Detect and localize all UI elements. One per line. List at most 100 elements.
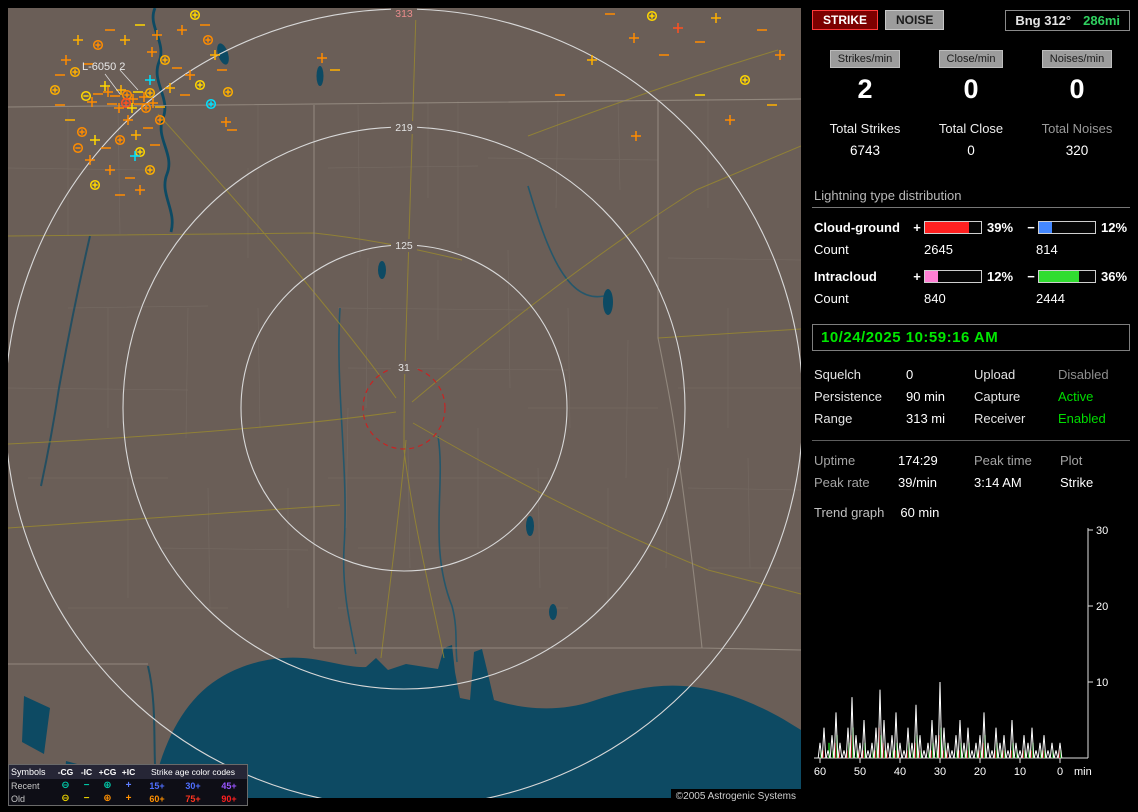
age-75: 75+	[185, 793, 201, 804]
total-noises-value: 320	[1065, 143, 1089, 158]
stats-grid: Uptime 174:29 Peak time Plot Peak rate 3…	[812, 453, 1130, 490]
capture-status: Active	[1058, 389, 1094, 404]
plus-sign: +	[913, 220, 921, 235]
uptime-value: 174:29	[898, 453, 938, 468]
age-15: 15+	[149, 780, 165, 791]
strike-button[interactable]: STRIKE	[812, 10, 879, 30]
peak-rate-label: Peak rate	[814, 475, 870, 490]
uptime-label: Uptime	[814, 453, 856, 468]
intracloud-count-row: Count 840 2444	[812, 291, 1130, 306]
recent-neg-cg-icon: ⊖	[61, 779, 70, 791]
legend-row-recent-label: Recent	[11, 780, 40, 791]
trend-ytick: 20	[1096, 601, 1108, 613]
rate-values-row: 2 0 0	[812, 74, 1130, 105]
ic-positive-pct: 12%	[987, 269, 1014, 284]
cg-negative-pct: 12%	[1101, 220, 1128, 235]
old-pos-cg-icon: ⊕	[103, 792, 112, 804]
trend-graph-label: Trend graph	[814, 505, 885, 520]
legend-age-header: Strike age color codes	[150, 767, 236, 777]
receiver-status: Enabled	[1058, 411, 1106, 426]
bearing-distance: 286mi	[1083, 12, 1120, 28]
total-close-value: 0	[967, 143, 975, 158]
ic-negative-bar	[1038, 270, 1096, 283]
bearing-display: Bng 312° 286mi	[1005, 9, 1130, 31]
ic-negative-count: 2444	[1036, 291, 1065, 306]
bearing-label: Bng 312°	[1015, 12, 1072, 28]
station-label: L-6050 2	[82, 61, 125, 73]
distribution-title: Lightning type distribution	[812, 188, 1130, 208]
map-view[interactable]: 313 219 125 31 L-6050 2 Symbols -CG -IC +CG…	[8, 8, 801, 806]
trend-ytick: 30	[1096, 525, 1108, 537]
cloud-ground-label: Cloud-ground	[814, 220, 900, 235]
total-strikes-value: 6743	[849, 143, 881, 158]
trend-axes	[814, 528, 1089, 759]
close-per-min-button[interactable]: Close/min	[938, 50, 1004, 68]
cg-positive-pct: 39%	[987, 220, 1014, 235]
divider	[812, 440, 1130, 441]
peak-time-label: Peak time	[974, 453, 1032, 468]
trend-xtick: 20	[974, 766, 986, 778]
recent-pos-cg-icon: ⊕	[103, 779, 112, 791]
noise-button[interactable]: NOISE	[885, 10, 945, 30]
settings-grid: Squelch 0 Upload Disabled Persistence 90…	[812, 367, 1130, 426]
ring-label-313: 313	[395, 8, 413, 20]
cg-negative-count: 814	[1036, 242, 1058, 257]
strikes-per-min-value: 2	[857, 74, 873, 104]
squelch-value: 0	[906, 367, 914, 382]
plot-label: Plot	[1060, 453, 1083, 468]
upload-label: Upload	[974, 367, 1016, 382]
total-strikes-label: Total Strikes	[829, 121, 901, 136]
cg-positive-bar	[924, 221, 982, 234]
cg-negative-bar	[1038, 221, 1096, 234]
trend-xtick: 40	[894, 766, 906, 778]
trend-x-unit: min	[1074, 766, 1092, 778]
ring-label-219: 219	[395, 122, 413, 134]
control-panel: STRIKE NOISE Bng 312° 286mi Strikes/min …	[812, 8, 1130, 804]
legend-col-pos-cg: +CG	[98, 767, 117, 777]
map-legend: Symbols -CG -IC +CG +IC Strike age color…	[8, 764, 248, 806]
datetime-display: 10/24/2025 10:59:16 AM	[812, 324, 1130, 351]
minus-sign: −	[1027, 220, 1035, 235]
age-30: 30+	[185, 780, 201, 791]
map-canvas[interactable]: 313 219 125 31 L-6050 2	[8, 8, 801, 798]
minus-sign: −	[1027, 269, 1035, 284]
old-neg-cg-icon: ⊖	[61, 792, 70, 804]
trend-window-value: 60 min	[900, 505, 940, 520]
count-label: Count	[814, 291, 849, 306]
ic-negative-pct: 36%	[1101, 269, 1128, 284]
noises-per-min-value: 0	[1069, 74, 1085, 104]
count-label: Count	[814, 242, 849, 257]
trend-xtick: 60	[814, 766, 826, 778]
noises-per-min-button[interactable]: Noises/min	[1041, 50, 1113, 68]
old-pos-ic-icon: +	[125, 792, 132, 804]
age-60: 60+	[149, 793, 165, 804]
trend-ytick: 10	[1096, 677, 1108, 689]
peak-time-value: 3:14 AM	[974, 475, 1022, 490]
total-close-label: Total Close	[938, 121, 1004, 136]
cg-positive-count: 2645	[924, 242, 953, 257]
panel-topbar: STRIKE NOISE Bng 312° 286mi	[812, 8, 1130, 32]
ic-positive-count: 840	[924, 291, 946, 306]
trend-xtick: 0	[1057, 766, 1063, 778]
receiver-label: Receiver	[974, 411, 1026, 426]
total-noises-label: Total Noises	[1041, 121, 1113, 136]
old-neg-ic-icon: −	[83, 792, 90, 804]
trend-graph-chart: 10 20 30 60 50 40 30 20 10 0 min	[814, 525, 1108, 778]
legend-row-old-label: Old	[11, 793, 26, 804]
ring-label-31: 31	[398, 362, 410, 374]
strikes-per-min-button[interactable]: Strikes/min	[829, 50, 901, 68]
upload-status: Disabled	[1058, 367, 1109, 382]
persistence-value: 90 min	[906, 389, 946, 404]
squelch-label: Squelch	[814, 367, 861, 382]
age-90: 90+	[221, 793, 237, 804]
legend-col-pos-ic: +IC	[121, 767, 136, 777]
peak-rate-value: 39/min	[898, 475, 938, 490]
totals-row: Total Strikes 6743 Total Close 0 Total N…	[812, 121, 1130, 158]
ring-label-125: 125	[395, 240, 413, 252]
trend-xtick: 10	[1014, 766, 1026, 778]
ic-positive-bar	[924, 270, 982, 283]
recent-pos-ic-icon: +	[125, 779, 132, 791]
capture-label: Capture	[974, 389, 1021, 404]
legend-col-neg-ic: -IC	[80, 767, 93, 777]
cloud-ground-row: Cloud-ground + 39% − 12%	[812, 220, 1130, 235]
